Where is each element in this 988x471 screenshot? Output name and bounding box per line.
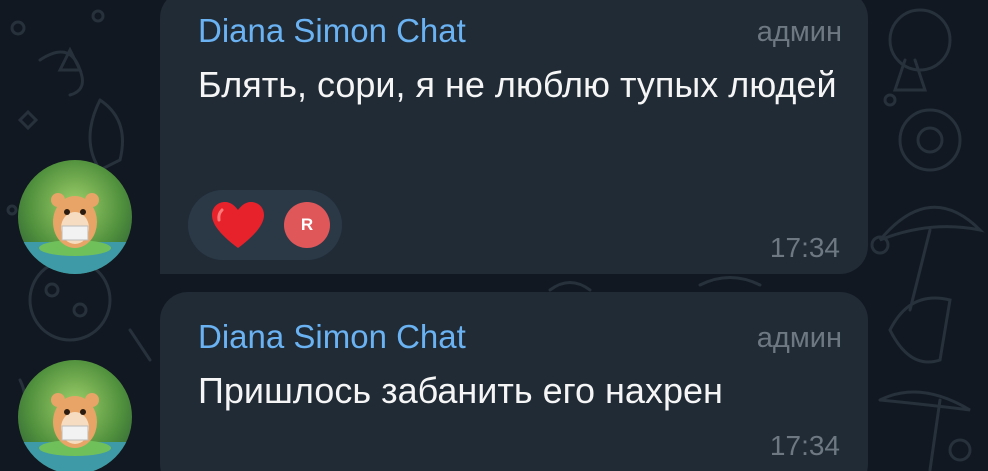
message-time: 17:34 — [769, 430, 840, 461]
hamster-avatar[interactable] — [18, 160, 132, 274]
message-text: Блять, сори, я не люблю тупых людей — [198, 64, 837, 105]
sender-name[interactable]: Diana Simon Chat — [198, 12, 466, 50]
message-time: 17:34 — [769, 232, 840, 263]
hamster-avatar[interactable] — [18, 360, 132, 471]
reaction-pill[interactable]: R — [188, 190, 342, 260]
heart-icon — [212, 202, 264, 248]
chat-view: Diana Simon Chat админ Блять, сори, я не… — [0, 0, 988, 471]
admin-badge: админ — [756, 16, 842, 48]
reactor-avatar[interactable]: R — [284, 202, 330, 248]
message-bubble[interactable]: Diana Simon Chat админ Пришлось забанить… — [160, 292, 868, 471]
message-bubble[interactable]: Diana Simon Chat админ Блять, сори, я не… — [160, 0, 868, 274]
message-text: Пришлось забанить его нахрен — [198, 370, 723, 411]
admin-badge: админ — [756, 322, 842, 354]
sender-name[interactable]: Diana Simon Chat — [198, 318, 466, 356]
hamster-avatar-image — [18, 160, 132, 274]
hamster-avatar-image — [18, 360, 132, 471]
